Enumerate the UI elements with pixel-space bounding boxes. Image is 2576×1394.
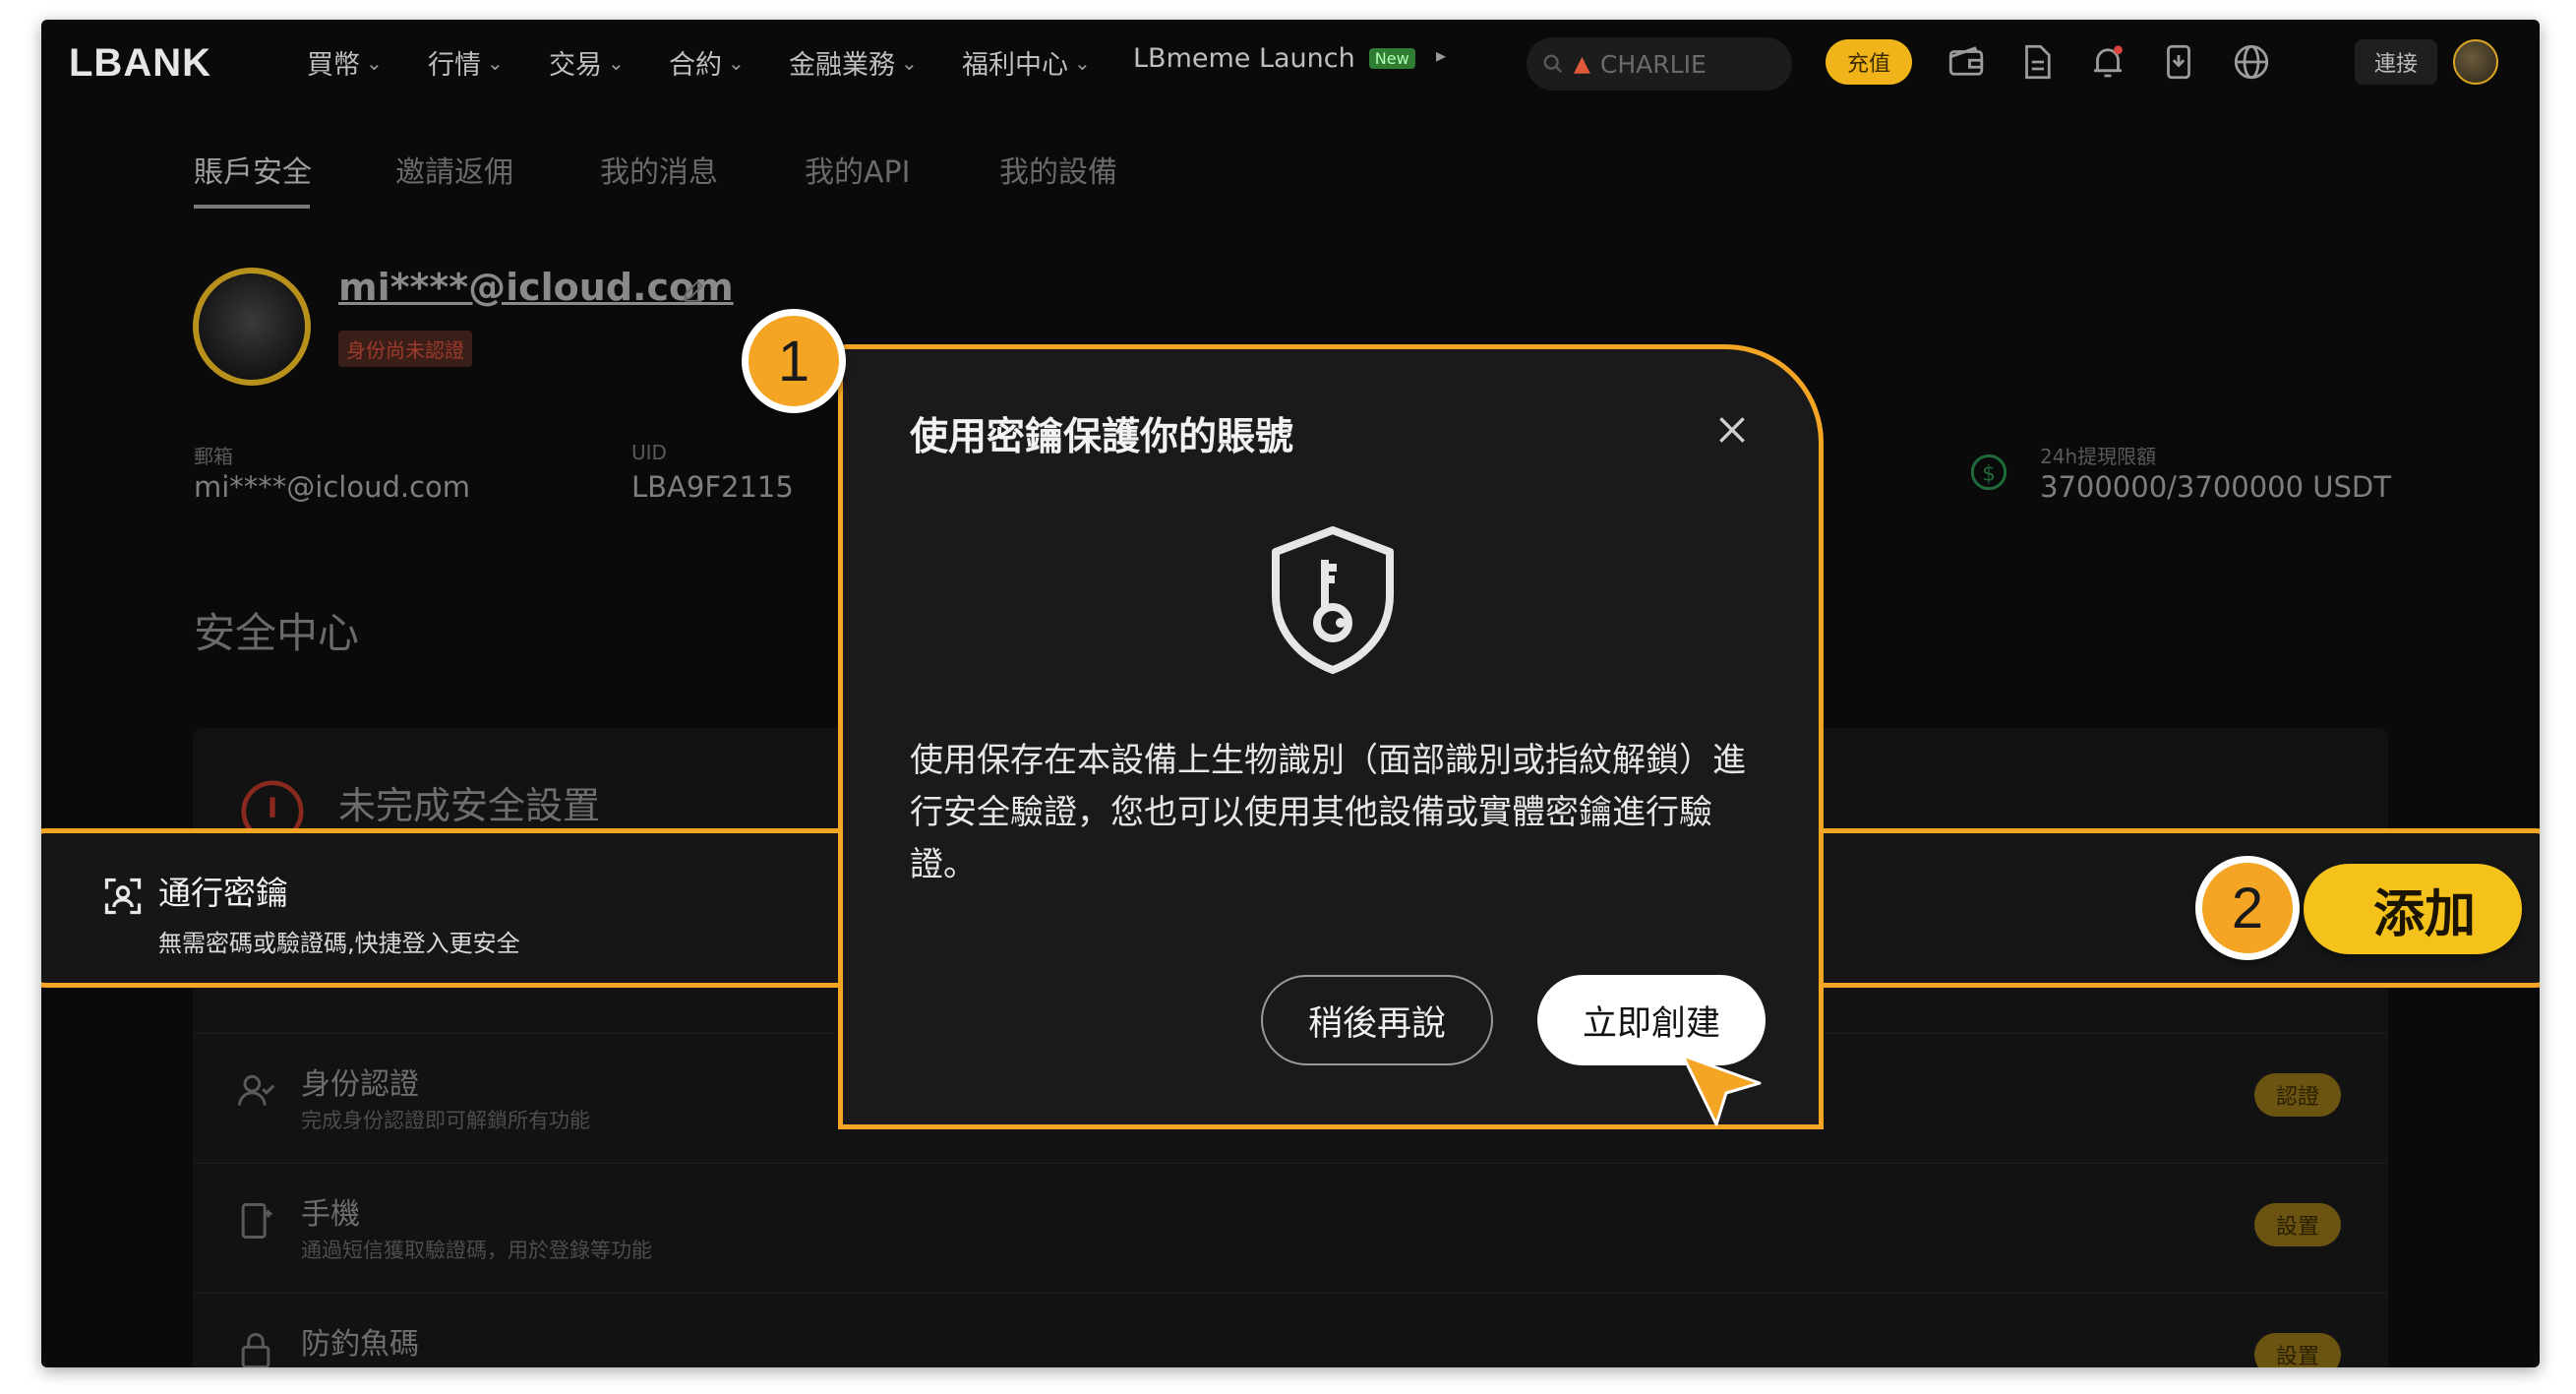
security-row-title: 身份認證 (301, 1067, 419, 1102)
uid-value: LBA9F2115 (631, 470, 794, 504)
nav-futures[interactable]: 合約 ⌄ (669, 43, 745, 82)
setup-antiphishing-button[interactable]: 設置 (2254, 1333, 2341, 1367)
active-tab-indicator (194, 205, 310, 209)
bell-icon[interactable] (2087, 41, 2128, 83)
chevron-down-icon: ⌄ (728, 50, 745, 75)
nav-trade[interactable]: 交易 ⌄ (549, 43, 625, 82)
passkey-desc: 無需密碼或驗證碼,快捷登入更安全 (158, 930, 520, 957)
download-icon[interactable] (2158, 41, 2199, 83)
tab-referral[interactable]: 邀請返佣 (395, 148, 513, 191)
nav-more-arrow[interactable]: ▸ (1436, 43, 1446, 67)
document-icon[interactable] (2016, 41, 2058, 83)
nav-label: 買幣 (307, 50, 360, 81)
chevron-down-icon: ⌄ (901, 50, 918, 75)
tab-api[interactable]: 我的API (805, 148, 910, 191)
chevron-down-icon: ⌄ (487, 50, 504, 75)
email-value: mi****@icloud.com (194, 470, 471, 504)
nav-label: 金融業務 (789, 50, 895, 81)
nav-markets[interactable]: 行情 ⌄ (428, 43, 504, 82)
globe-icon[interactable] (2231, 41, 2272, 83)
security-row-title: 手機 (301, 1197, 360, 1232)
nav-rewards[interactable]: 福利中心 ⌄ (962, 43, 1091, 82)
shield-key-icon (1272, 526, 1394, 674)
connect-button[interactable]: 連接 (2355, 39, 2437, 85)
add-passkey-button[interactable]: 添加 (2304, 864, 2522, 954)
nav-label: LBmeme Launch (1133, 43, 1355, 74)
new-badge: New (1368, 48, 1415, 69)
withdraw-limit-label: 24h提現限額 (2040, 445, 2157, 468)
profile-email: mi****@icloud.com (338, 266, 734, 309)
step-2-badge: 2 (2195, 856, 2300, 960)
edit-icon[interactable] (681, 277, 706, 303)
later-button[interactable]: 稍後再說 (1261, 975, 1493, 1065)
app-window: LBANK 買幣 ⌄ 行情 ⌄ 交易 ⌄ 合約 ⌄ 金融業務 ⌄ 福利中心 ⌄ … (41, 20, 2540, 1367)
dollar-icon: $ (1970, 454, 2007, 491)
security-row-phone: 手機 通過短信獲取驗證碼，用於登錄等功能 設置 (193, 1163, 2388, 1291)
step-1-badge: 1 (742, 309, 846, 413)
lock-icon (241, 1333, 270, 1367)
nav-finance[interactable]: 金融業務 ⌄ (789, 43, 918, 82)
face-scan-icon (104, 878, 142, 915)
tab-account-security[interactable]: 賬戶安全 (194, 148, 312, 191)
security-row-desc: 通過短信獲取驗證碼，用於登錄等功能 (301, 1239, 652, 1262)
lbank-logo[interactable]: LBANK (69, 41, 211, 86)
search-value: CHARLIE (1599, 49, 1707, 79)
user-avatar[interactable] (2453, 39, 2498, 85)
security-row-antiphishing: 防釣魚碼 設置 (193, 1293, 2388, 1367)
passkey-modal: 使用密鑰保護你的賬號 使用保存在本設備上生物識別（面部識別或指紋解鎖）進行安全驗… (838, 344, 1824, 1129)
tab-messages[interactable]: 我的消息 (600, 148, 718, 191)
modal-title: 使用密鑰保護你的賬號 (910, 415, 1294, 459)
uid-label: UID (631, 441, 667, 464)
nav-label: 行情 (428, 50, 481, 81)
top-nav: LBANK 買幣 ⌄ 行情 ⌄ 交易 ⌄ 合約 ⌄ 金融業務 ⌄ 福利中心 ⌄ … (41, 20, 2540, 106)
setup-phone-button[interactable]: 設置 (2254, 1203, 2341, 1246)
close-icon[interactable] (1712, 410, 1752, 450)
email-label: 郵箱 (194, 445, 233, 468)
passkey-title: 通行密鑰 (158, 874, 288, 912)
svg-text:$: $ (1982, 461, 1996, 486)
security-row-desc: 完成身份認證即可解鎖所有功能 (301, 1109, 590, 1132)
phone-icon (241, 1203, 272, 1239)
user-check-icon (238, 1074, 275, 1106)
tab-devices[interactable]: 我的設備 (999, 148, 1117, 191)
nav-label: 福利中心 (962, 50, 1068, 81)
modal-body-text: 使用保存在本設備上生物識別（面部識別或指紋解鎖）進行安全驗證，您也可以使用其他設… (910, 741, 1746, 884)
verify-button[interactable]: 認證 (2254, 1073, 2341, 1117)
deposit-button[interactable]: 充值 (1826, 39, 1912, 85)
security-center-heading: 安全中心 (194, 609, 360, 657)
pointer-cursor-icon (1681, 1054, 1762, 1126)
caret-right-icon: ▸ (1436, 43, 1447, 67)
search-icon (1543, 54, 1563, 74)
nav-label: 交易 (549, 50, 602, 81)
kyc-status-badge: 身份尚未認證 (338, 331, 472, 367)
chevron-down-icon: ⌄ (1074, 50, 1091, 75)
wallet-icon[interactable] (1946, 41, 1987, 83)
withdraw-limit-value: 3700000/3700000 USDT (2040, 470, 2391, 504)
nav-label: 合約 (669, 50, 722, 81)
security-row-title: 防釣魚碼 (301, 1327, 419, 1362)
chevron-down-icon: ⌄ (608, 50, 625, 75)
search-input[interactable]: ▲ CHARLIE (1527, 37, 1792, 91)
flame-icon: ▲ (1574, 51, 1590, 77)
profile-avatar (193, 268, 311, 386)
nav-lbmeme-launch[interactable]: LBmeme Launch New (1133, 43, 1415, 74)
incomplete-security-title: 未完成安全設置 (338, 784, 601, 827)
chevron-down-icon: ⌄ (366, 50, 383, 75)
nav-buy-crypto[interactable]: 買幣 ⌄ (307, 43, 383, 82)
